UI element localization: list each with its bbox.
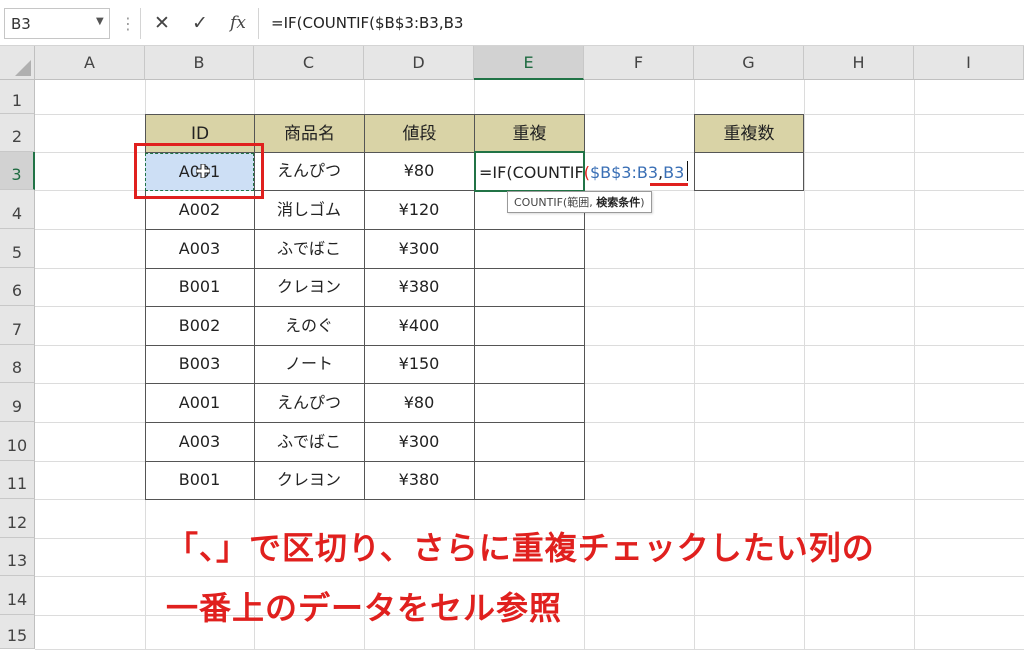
- row-header-11[interactable]: 11: [0, 461, 35, 499]
- column-header-g[interactable]: G: [694, 46, 804, 80]
- annotation-line-1: 「、」で区切り、さらに重複チェックしたい列の: [166, 529, 875, 567]
- header-product-name[interactable]: 商品名: [254, 114, 365, 153]
- cell-price: ¥80: [403, 393, 435, 412]
- row-header-14[interactable]: 14: [0, 576, 35, 615]
- table-cell-border[interactable]: [474, 268, 585, 307]
- column-header-c[interactable]: C: [254, 46, 364, 80]
- row-header-8[interactable]: 8: [0, 345, 35, 383]
- cell-id: B003: [178, 354, 221, 373]
- cell-price: ¥300: [398, 239, 440, 258]
- cell-product-name: 消しゴム: [276, 200, 341, 219]
- grid-line-h: [35, 576, 1024, 577]
- cell-price: ¥150: [398, 354, 440, 373]
- annotation-underline: [650, 183, 688, 186]
- column-header-i[interactable]: I: [914, 46, 1024, 80]
- cell-id: A001: [178, 393, 221, 412]
- dup-count-header[interactable]: 重複数: [694, 114, 804, 153]
- cancel-icon[interactable]: ✕: [148, 10, 176, 36]
- row-header-7[interactable]: 7: [0, 306, 35, 345]
- column-header-f[interactable]: F: [584, 46, 694, 80]
- tooltip-arg-range: 範囲,: [567, 196, 597, 209]
- cell-price: ¥300: [398, 432, 440, 451]
- cell-id: A003: [178, 239, 221, 258]
- cell-id: B001: [178, 470, 221, 489]
- cell-price: ¥380: [398, 470, 440, 489]
- insert-function-icon[interactable]: fx: [224, 10, 252, 36]
- formula-bar-divider: [140, 8, 141, 39]
- grid-line-v: [914, 80, 915, 649]
- grid-line-h: [35, 649, 1024, 650]
- row-header-1[interactable]: 1: [0, 80, 35, 114]
- cell-price: ¥400: [398, 316, 440, 335]
- cell-price: ¥120: [398, 200, 440, 219]
- cell-id: B001: [178, 277, 221, 296]
- cell-price: ¥380: [398, 277, 440, 296]
- name-box[interactable]: B3: [4, 8, 110, 39]
- dup-count-cell[interactable]: [694, 152, 804, 191]
- header-price[interactable]: 値段: [364, 114, 475, 153]
- text-cursor: [687, 161, 688, 181]
- formula-input[interactable]: =IF(COUNTIF($B$3:B3,B3: [258, 8, 1024, 39]
- formula-text-range: $B$3:B3: [589, 163, 659, 182]
- column-header-e[interactable]: E: [474, 46, 584, 80]
- cell-product-name: クレヨン: [276, 277, 341, 296]
- enter-icon[interactable]: ✓: [186, 10, 214, 36]
- cell-product-name: えんぴつ: [276, 161, 341, 180]
- header-duplicate[interactable]: 重複: [474, 114, 585, 153]
- table-cell-border[interactable]: [474, 383, 585, 423]
- row-header-9[interactable]: 9: [0, 383, 35, 422]
- cell-product-name: ふでばこ: [276, 432, 341, 451]
- row-header-15[interactable]: 15: [0, 615, 35, 649]
- cell-product-name: えんぴつ: [276, 393, 341, 412]
- grip-icon: ⋮: [120, 14, 136, 33]
- row-header-5[interactable]: 5: [0, 229, 35, 268]
- row-header-3[interactable]: 3: [0, 152, 35, 190]
- column-header-a[interactable]: A: [35, 46, 145, 80]
- annotation-line-2: 一番上のデータをセル参照: [166, 589, 563, 627]
- chevron-down-icon[interactable]: ▼: [96, 16, 104, 27]
- formula-text-function: =IF(COUNTIF: [479, 163, 584, 182]
- row-header-12[interactable]: 12: [0, 499, 35, 538]
- column-header-h[interactable]: H: [804, 46, 914, 80]
- tooltip-arg-criteria: 検索条件: [596, 196, 641, 209]
- cell-id: A003: [178, 432, 221, 451]
- highlight-box: [134, 143, 264, 199]
- row-header-2[interactable]: 2: [0, 114, 35, 152]
- tooltip-function: COUNTIF(: [514, 196, 568, 209]
- table-cell-border[interactable]: [474, 345, 585, 384]
- cell-price: ¥80: [403, 161, 435, 180]
- row-header-10[interactable]: 10: [0, 422, 35, 461]
- editing-cell-e3[interactable]: =IF(COUNTIF($B$3:B3,B3: [474, 151, 684, 192]
- table-cell-border[interactable]: [474, 461, 585, 500]
- row-header-4[interactable]: 4: [0, 190, 35, 229]
- function-tooltip[interactable]: COUNTIF(範囲, 検索条件): [507, 191, 652, 213]
- tooltip-close: ): [640, 196, 645, 209]
- table-cell-border[interactable]: [474, 422, 585, 462]
- cell-product-name: ノート: [284, 354, 333, 373]
- column-header-b[interactable]: B: [145, 46, 254, 80]
- cell-product-name: えのぐ: [284, 316, 333, 335]
- row-header-6[interactable]: 6: [0, 268, 35, 306]
- cell-id: B002: [178, 316, 221, 335]
- table-cell-border[interactable]: [474, 229, 585, 269]
- row-header-13[interactable]: 13: [0, 538, 35, 576]
- select-all-icon: [15, 60, 31, 76]
- cell-product-name: ふでばこ: [276, 239, 341, 258]
- table-cell-border[interactable]: [474, 306, 585, 346]
- column-header-d[interactable]: D: [364, 46, 474, 80]
- formula-text-criteria: B3: [663, 163, 685, 182]
- cell-product-name: クレヨン: [276, 470, 341, 489]
